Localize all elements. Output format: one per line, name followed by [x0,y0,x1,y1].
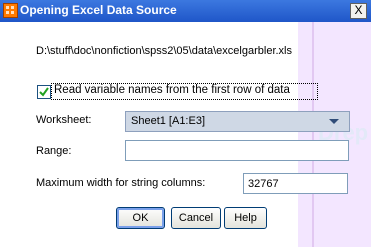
file-path: D:\stuff\doc\nonfiction\spss2\05\data\ex… [36,45,292,57]
range-label: Range: [36,145,72,157]
title-bar: Opening Excel Data Source X [0,0,371,22]
help-button[interactable]: Help [224,207,267,229]
worksheet-dropdown[interactable]: Sheet1 [A1:E3] [125,111,350,132]
worksheet-label: Worksheet: [36,114,92,126]
worksheet-selected-value: Sheet1 [A1:E3] [131,115,205,127]
window-title: Opening Excel Data Source [20,3,177,17]
cancel-button[interactable]: Cancel [171,207,221,229]
max-width-input[interactable] [243,173,348,194]
first-row-checkbox-label[interactable]: Read variable names from the first row o… [54,84,290,96]
chevron-down-icon[interactable] [329,119,339,124]
spss-app-icon [3,3,18,18]
range-input[interactable] [125,140,349,161]
checkmark-icon [39,87,49,97]
background-watermark-line [312,22,314,247]
close-button[interactable]: X [350,3,367,19]
excel-data-source-dialog: Opening Excel Data Source X Drep D:\stuf… [0,0,371,247]
first-row-checkbox[interactable] [37,85,51,99]
max-width-label: Maximum width for string columns: [36,177,206,189]
dialog-body: Drep D:\stuff\doc\nonfiction\spss2\05\da… [0,22,371,247]
ok-button[interactable]: OK [116,207,165,229]
